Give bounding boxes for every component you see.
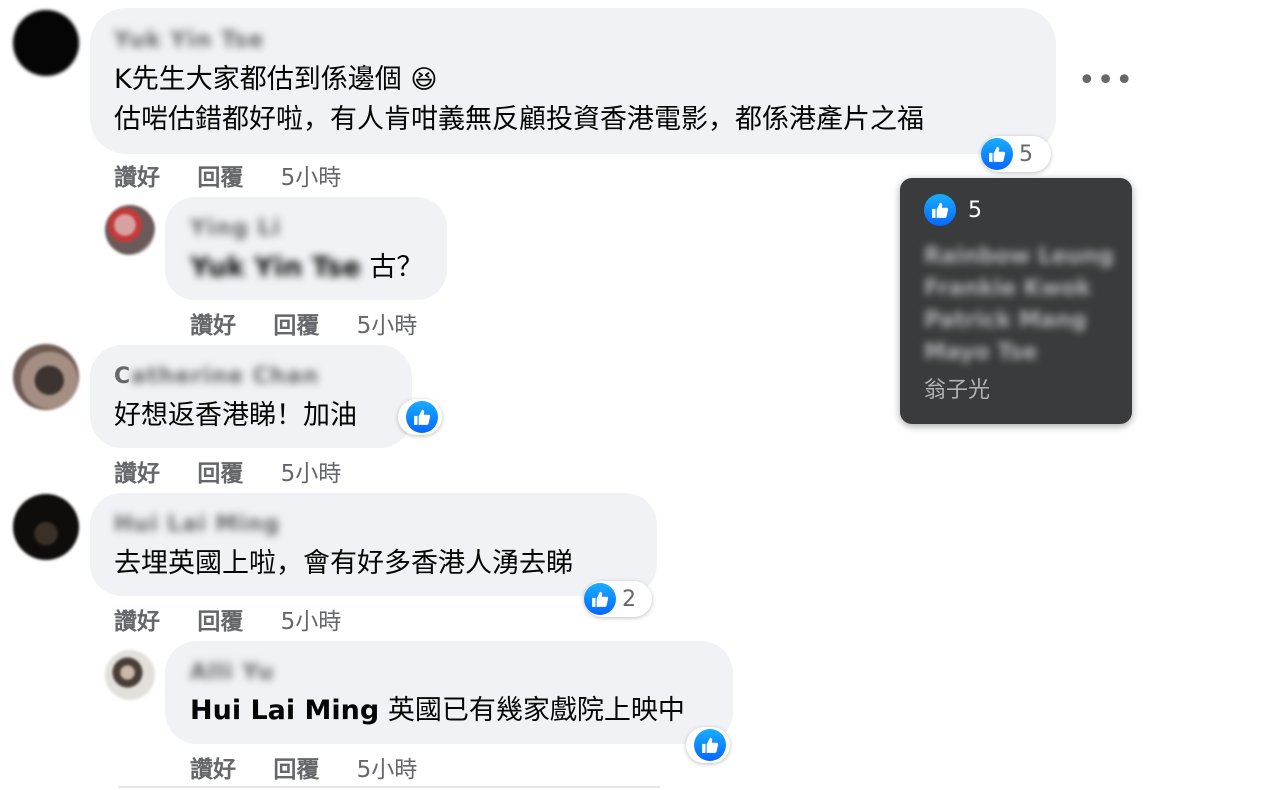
author-initial: C bbox=[114, 364, 132, 389]
comment-actions: 讚好 回覆 5小時 bbox=[114, 454, 341, 488]
avatar[interactable] bbox=[13, 494, 79, 560]
reply-button[interactable]: 回覆 bbox=[197, 158, 243, 192]
like-button[interactable]: 讚好 bbox=[114, 602, 160, 636]
like-button[interactable]: 讚好 bbox=[190, 750, 236, 784]
comment-text: Yuk Yin Tse 古？ bbox=[190, 254, 423, 281]
comment-bubble bbox=[90, 345, 412, 448]
reactor-name: Rainbow Leung bbox=[924, 244, 1114, 269]
comment-bubble bbox=[165, 641, 733, 744]
reaction-summary[interactable]: 2 bbox=[584, 581, 652, 617]
reactor-name: Patrick Mang bbox=[924, 308, 1087, 333]
timestamp[interactable]: 5小時 bbox=[357, 306, 418, 340]
reactions-tooltip: 5 Rainbow Leung Frankie Kwok Patrick Man… bbox=[900, 178, 1132, 424]
comment-text-line: 好想返香港睇！加油 bbox=[114, 400, 357, 431]
reply-button[interactable]: 回覆 bbox=[197, 454, 243, 488]
timestamp[interactable]: 5小時 bbox=[281, 602, 342, 636]
like-reaction-icon bbox=[981, 138, 1013, 170]
more-options-icon[interactable]: ••• bbox=[1078, 66, 1134, 96]
comment-actions: 讚好 回覆 5小時 bbox=[190, 750, 417, 784]
like-reaction-icon bbox=[584, 583, 616, 615]
mention-link[interactable]: Hui Lai Ming bbox=[190, 695, 379, 726]
comment-author[interactable]: Catherine Chan bbox=[114, 364, 319, 389]
avatar[interactable] bbox=[13, 344, 79, 410]
laughing-emoji-icon: 😆 bbox=[410, 65, 438, 95]
reaction-count: 5 bbox=[1019, 141, 1033, 167]
reaction-summary[interactable]: 5 bbox=[981, 136, 1051, 172]
reply-button[interactable]: 回覆 bbox=[273, 306, 319, 340]
timestamp[interactable]: 5小時 bbox=[281, 454, 342, 488]
reply-button[interactable]: 回覆 bbox=[273, 750, 319, 784]
comment-text: K先生大家都估到係邊個 😆 bbox=[114, 66, 437, 93]
avatar[interactable] bbox=[13, 10, 79, 76]
mention-link[interactable]: Yuk Yin Tse bbox=[190, 252, 361, 283]
comment-author[interactable]: Hui Lai Ming bbox=[114, 512, 280, 537]
reaction-count: 2 bbox=[622, 586, 636, 612]
tooltip-count: 5 bbox=[968, 197, 982, 223]
comment-bubble bbox=[165, 197, 447, 300]
timestamp[interactable]: 5小時 bbox=[281, 158, 342, 192]
like-button[interactable]: 讚好 bbox=[114, 454, 160, 488]
timestamp[interactable]: 5小時 bbox=[357, 750, 418, 784]
comment-actions: 讚好 回覆 5小時 bbox=[114, 158, 341, 192]
comment-author[interactable]: Yuk Yin Tse bbox=[114, 28, 264, 53]
comment-text-line: K先生大家都估到係邊個 bbox=[114, 64, 402, 95]
divider bbox=[118, 786, 660, 788]
reactor-name: Frankie Kwok bbox=[924, 276, 1091, 301]
like-reaction-icon bbox=[406, 401, 438, 433]
reaction-summary[interactable] bbox=[398, 399, 442, 435]
comment-actions: 讚好 回覆 5小時 bbox=[190, 306, 417, 340]
like-button[interactable]: 讚好 bbox=[190, 306, 236, 340]
reaction-summary[interactable] bbox=[686, 727, 730, 763]
comment-text: Hui Lai Ming 英國已有幾家戲院上映中 bbox=[190, 697, 685, 724]
author-rest: atherine Chan bbox=[131, 364, 320, 389]
comment-bubble bbox=[90, 493, 657, 596]
avatar[interactable] bbox=[105, 205, 155, 255]
reactor-name: 翁子光 bbox=[924, 378, 991, 403]
tooltip-header: 5 bbox=[924, 194, 982, 226]
like-reaction-icon bbox=[694, 729, 726, 761]
comment-text-body: 古？ bbox=[360, 252, 424, 283]
like-reaction-icon bbox=[924, 194, 956, 226]
reply-button[interactable]: 回覆 bbox=[197, 602, 243, 636]
comment-actions: 讚好 回覆 5小時 bbox=[114, 602, 341, 636]
like-button[interactable]: 讚好 bbox=[114, 158, 160, 192]
comment-text-line: 估啱估錯都好啦，有人肯咁義無反顧投資香港電影，都係港產片之福 bbox=[114, 104, 924, 135]
comment-author[interactable]: Ying Li bbox=[190, 216, 281, 241]
avatar[interactable] bbox=[105, 650, 155, 700]
comment-author[interactable]: Alli Yu bbox=[190, 660, 274, 685]
comment-text-body: 英國已有幾家戲院上映中 bbox=[379, 695, 685, 726]
reactor-name: Mayo Tse bbox=[924, 340, 1038, 365]
comment-text-line: 去埋英國上啦，會有好多香港人湧去睇 bbox=[114, 548, 573, 579]
